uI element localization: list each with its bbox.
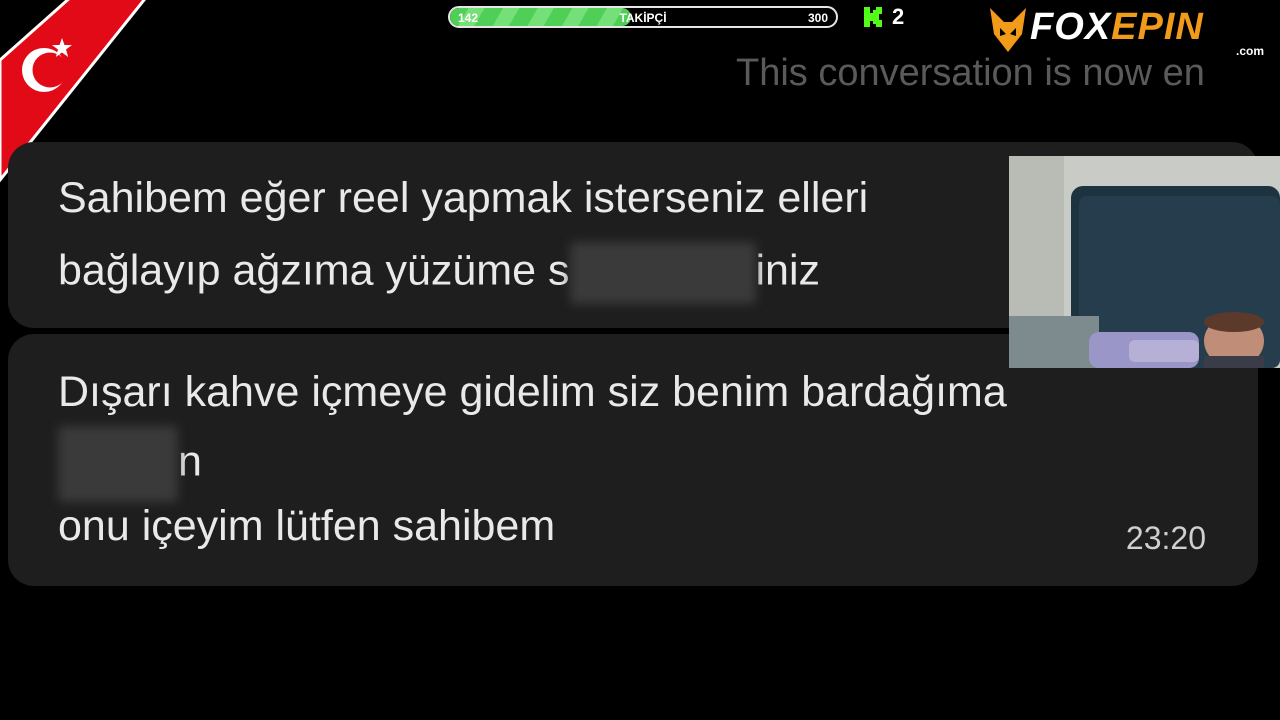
- logo-text-epin: EPIN: [1111, 6, 1204, 48]
- message-timestamp: 23:20: [1125, 520, 1206, 556]
- message-text: n: [178, 437, 202, 486]
- censored-blur: [569, 242, 756, 304]
- webcam-feed: [1009, 156, 1280, 368]
- kick-counter: 2: [862, 4, 905, 29]
- webcam-scene: [1009, 156, 1280, 368]
- follower-goal: 300: [807, 11, 828, 25]
- kick-logo-icon: [864, 7, 882, 27]
- follower-label: TAKİPÇİ: [619, 11, 667, 25]
- message-line: Sahibem eğer reel yapmak isterseniz elle…: [58, 174, 869, 222]
- message-line: onu içeyim lütfen sahibem: [58, 502, 556, 550]
- kick-count: 2: [892, 4, 905, 29]
- conversation-ended-note: This conversation is now en: [736, 52, 1205, 94]
- message-text: bağlayıp ağzıma yüzüme s: [58, 246, 570, 295]
- message-text: iniz: [755, 246, 821, 295]
- chat-message: Dışarı kahve içmeye gidelim siz benim ba…: [8, 334, 1258, 586]
- fox-head-icon: [990, 8, 1026, 52]
- message-line: bağlayıp ağzıma yüzüme s iniz: [58, 242, 820, 304]
- message-line: n: [58, 426, 202, 502]
- logo-text-fox: FOX: [1030, 6, 1112, 48]
- censored-blur: [58, 426, 178, 502]
- message-line: Dışarı kahve içmeye gidelim siz benim ba…: [58, 368, 1007, 416]
- logo-wordmark: FOXEPIN: [1030, 6, 1204, 49]
- follower-goal-bar: 142 TAKİPÇİ 300: [448, 6, 838, 28]
